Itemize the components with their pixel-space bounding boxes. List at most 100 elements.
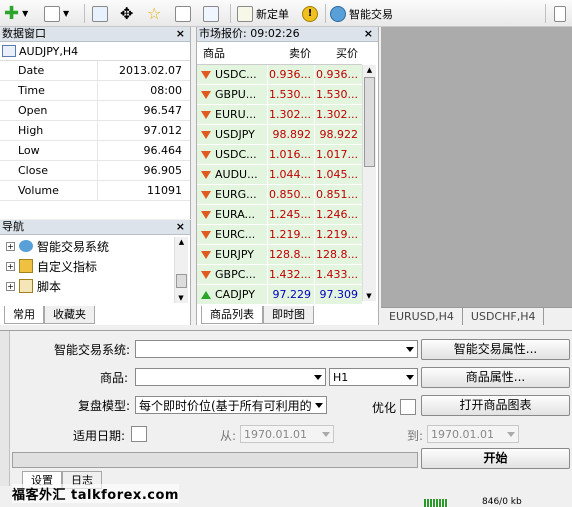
data-value: 11091 — [147, 184, 182, 197]
symbol-select[interactable] — [135, 368, 326, 386]
warning-icon: ! — [302, 5, 318, 22]
symbol-properties-button[interactable]: 商品属性... — [421, 367, 570, 388]
expand-icon[interactable]: + — [6, 281, 15, 291]
close-icon[interactable]: × — [176, 220, 185, 234]
scroll-down-icon[interactable]: ▼ — [175, 293, 187, 303]
market-watch-row[interactable]: EURU... 1.302... 1.302... — [197, 105, 362, 125]
scroll-thumb[interactable] — [176, 274, 187, 288]
expert-trading-button[interactable]: 智能交易 — [330, 3, 393, 24]
ask-cell: 1.246... — [314, 205, 361, 224]
column-symbol[interactable]: 商品 — [197, 43, 267, 64]
chevron-down-icon: ▼ — [22, 9, 29, 18]
toolbar-more-button[interactable] — [554, 3, 566, 24]
tester-side-handle[interactable] — [0, 331, 10, 486]
model-select[interactable]: 每个即时价位(基于所有可利用的 — [135, 396, 327, 414]
toolbar: ✚ ▼ ▼ ✥ ☆ 新定单 ! 智能交易 — [0, 0, 572, 27]
market-watch-scrollbar[interactable]: ▲ ▼ — [362, 65, 376, 301]
chevron-down-icon — [406, 375, 414, 380]
market-watch-row[interactable]: AUDU... 1.044... 1.045... — [197, 165, 362, 185]
column-bid[interactable]: 卖价 — [267, 43, 314, 64]
market-watch-row[interactable]: EURC... 1.219... 1.219... — [197, 225, 362, 245]
symbol-name: EURA... — [215, 208, 256, 221]
arrow-down-icon — [201, 190, 211, 199]
scroll-up-icon[interactable]: ▲ — [175, 237, 188, 247]
arrow-down-icon — [201, 150, 211, 159]
ea-properties-button[interactable]: 智能交易属性... — [421, 339, 570, 360]
ask-cell: 1.302... — [314, 105, 361, 124]
market-watch-row[interactable]: EURG... 0.850... 0.851... — [197, 185, 362, 205]
tab-symbols[interactable]: 商品列表 — [201, 306, 263, 324]
market-watch-panel: 市场报价: 09:02:26 × 商品 卖价 买价 USDC... 0.936..… — [196, 27, 379, 325]
scroll-up-icon[interactable]: ▲ — [363, 65, 376, 75]
close-icon[interactable]: × — [176, 27, 185, 41]
market-watch-row[interactable]: EURA... 1.245... 1.246... — [197, 205, 362, 225]
symbol-name: GBPC... — [215, 268, 256, 281]
terminal-button[interactable] — [175, 3, 191, 24]
data-window-title-text: 数据窗口 — [2, 27, 46, 40]
optimize-checkbox[interactable] — [400, 399, 416, 415]
nav-item-expert-advisors[interactable]: + 智能交易系统 — [6, 237, 109, 255]
market-watch-row[interactable]: CADJPY 97.229 97.309 — [197, 285, 362, 305]
start-button[interactable]: 开始 — [421, 448, 570, 469]
ea-select[interactable] — [135, 340, 418, 358]
strategy-tester-button[interactable] — [203, 3, 219, 24]
column-ask[interactable]: 买价 — [314, 43, 361, 64]
market-watch-row[interactable]: GBPU... 1.530... 1.530... — [197, 85, 362, 105]
navigator-scrollbar[interactable]: ▲ ▼ — [174, 237, 188, 303]
open-chart-button[interactable]: 打开商品图表 — [421, 395, 570, 416]
expand-icon[interactable]: + — [6, 241, 15, 251]
test-progress-bar — [12, 452, 418, 468]
arrow-down-icon — [201, 110, 211, 119]
symbol-cell: GBPU... — [197, 85, 267, 104]
arrow-down-icon — [201, 210, 211, 219]
period-select[interactable]: H1 — [329, 368, 418, 386]
tab-tick-chart[interactable]: 即时图 — [263, 306, 314, 324]
new-chart-button[interactable]: ✚ ▼ — [4, 3, 28, 24]
scroll-thumb[interactable] — [364, 77, 375, 167]
data-key: Volume — [0, 181, 98, 200]
bid-cell: 97.229 — [267, 285, 314, 304]
market-watch-row[interactable]: USDC... 1.016... 1.017... — [197, 145, 362, 165]
market-watch-button[interactable] — [92, 3, 108, 24]
market-watch-row[interactable]: EURJPY 128.8... 128.8... — [197, 245, 362, 265]
alert-button[interactable]: ! — [302, 3, 318, 24]
symbol-cell: EURC... — [197, 225, 267, 244]
data-row: Volume 11091 — [0, 181, 190, 201]
tab-common[interactable]: 常用 — [4, 306, 44, 324]
navigator-button[interactable]: ☆ — [147, 3, 161, 24]
market-watch-row[interactable]: GBPC... 1.432... 1.433... — [197, 265, 362, 285]
market-watch-row[interactable]: USDJPY 98.892 98.922 — [197, 125, 362, 145]
market-watch-row[interactable]: USDC... 0.936... 0.936... — [197, 65, 362, 85]
chart-workspace[interactable] — [381, 27, 572, 307]
close-icon[interactable]: × — [364, 27, 373, 41]
nav-item-scripts[interactable]: + 脚本 — [6, 277, 61, 295]
symbol-name: EURJPY — [215, 248, 254, 261]
use-date-checkbox[interactable] — [131, 426, 147, 442]
scroll-down-icon[interactable]: ▼ — [363, 291, 375, 301]
data-key: Time — [0, 81, 98, 100]
market-watch-title-text: 市场报价: 09:02:26 — [199, 27, 300, 40]
arrow-down-icon — [201, 230, 211, 239]
market-watch-icon — [92, 5, 108, 22]
chart-icon — [2, 45, 16, 57]
expert-icon — [330, 5, 346, 22]
tab-chart-eurusd[interactable]: EURUSD,H4 — [381, 308, 463, 325]
new-order-button[interactable]: 新定单 — [237, 3, 289, 24]
symbol-cell: EURA... — [197, 205, 267, 224]
bid-cell: 1.530... — [267, 85, 314, 104]
bid-cell: 98.892 — [267, 125, 314, 144]
arrow-down-icon — [201, 250, 211, 259]
profiles-button[interactable]: ▼ — [44, 3, 69, 24]
tab-chart-usdchf[interactable]: USDCHF,H4 — [463, 308, 545, 325]
from-date-picker[interactable]: 1970.01.01 — [240, 425, 334, 443]
from-label: 从: — [220, 429, 237, 443]
symbol-cell: CADJPY — [197, 285, 267, 304]
tab-favorites[interactable]: 收藏夹 — [44, 306, 95, 324]
terminal-icon — [175, 5, 191, 22]
to-date-picker[interactable]: 1970.01.01 — [427, 425, 519, 443]
symbol-cell: USDC... — [197, 65, 267, 84]
nav-item-custom-indicators[interactable]: + 自定义指标 — [6, 257, 97, 275]
symbol-name: USDC... — [215, 148, 257, 161]
expand-icon[interactable]: + — [6, 261, 15, 271]
crosshair-button[interactable]: ✥ — [120, 3, 133, 24]
